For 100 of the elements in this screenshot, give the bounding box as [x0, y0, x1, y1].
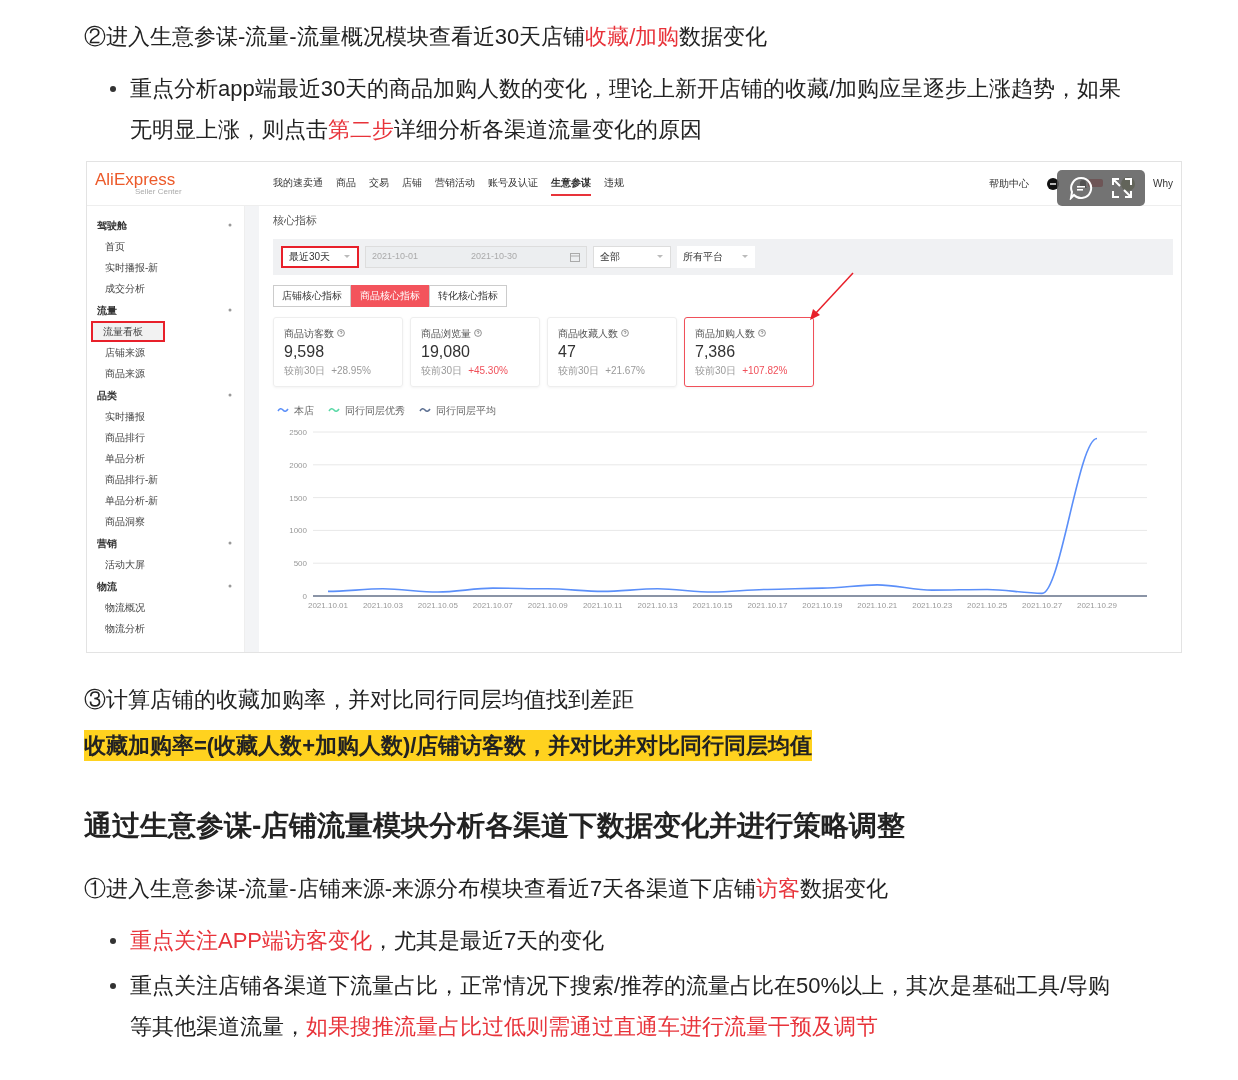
sidebar-group-title[interactable]: 流量 [97, 302, 117, 318]
legend-label: 同行同层平均 [436, 403, 496, 418]
axis-tick-label: 2021.10.25 [967, 600, 1008, 610]
axis-tick-label: 2021.10.07 [472, 600, 513, 610]
sidebar-item[interactable]: 首页 [87, 236, 244, 257]
metric-label: 商品加购人数 [695, 326, 755, 341]
axis-tick-label: 2021.10.15 [692, 600, 733, 610]
sidebar-item[interactable]: 商品洞察 [87, 511, 244, 532]
nav-tab[interactable]: 违规 [604, 171, 624, 196]
axis-tick-label: 1500 [289, 493, 307, 503]
metric-value: 7,386 [695, 341, 737, 362]
caret-icon [741, 254, 749, 259]
expand-icon [1111, 177, 1133, 199]
axis-tick-label: 2021.10.13 [637, 600, 678, 610]
help-icon [474, 329, 482, 337]
axis-tick-label: 500 [293, 558, 307, 568]
nav-tab[interactable]: 商品 [336, 171, 356, 196]
paragraph: ③计算店铺的收藏加购率，并对比同行同层均值找到差距 [84, 686, 635, 714]
help-icon [758, 329, 766, 337]
axis-tick-label: 2021.10.23 [912, 600, 953, 610]
calendar-icon [570, 251, 580, 262]
comparison-label: 较前30日 [558, 363, 600, 378]
sidebar-item[interactable]: 商品排行 [87, 427, 244, 448]
logo-subtitle: Seller Center [135, 188, 183, 196]
axis-tick-label: 2021.10.03 [362, 600, 403, 610]
axis-tick-label: 2021.10.09 [527, 600, 568, 610]
chat-bubble-icon [1069, 176, 1093, 200]
nav-tab[interactable]: 账号及认证 [488, 171, 538, 196]
help-link[interactable]: 帮助中心 [989, 176, 1029, 191]
sidebar-item[interactable]: 实时播报 [87, 406, 244, 427]
axis-tick-label: 2021.10.27 [1022, 600, 1063, 610]
sidebar-item[interactable]: 实时播报-新 [87, 257, 244, 278]
change-value: +28.95% [331, 363, 371, 378]
sidebar-item[interactable]: 单品分析 [87, 448, 244, 469]
metric-value: 19,080 [421, 341, 471, 362]
sidebar-group-title[interactable]: 驾驶舱 [97, 217, 127, 233]
bullet-icon [110, 86, 116, 92]
logo-text: AliExpress [95, 171, 177, 188]
period-select[interactable]: 最近30天 [281, 245, 359, 268]
paragraph: ①进入生意参谋-流量-店铺来源-来源分布模块查看近7天各渠道下店铺访客数据变化 [84, 875, 890, 903]
sidebar-item[interactable]: 单品分析-新 [87, 490, 244, 511]
caret-icon [656, 254, 664, 259]
paragraph: ②进入生意参谋-流量-流量概况模块查看近30天店铺收藏/加购数据变化 [84, 23, 769, 51]
bullet-text: 重点关注店铺各渠道下流量占比，正常情况下搜索/推荐的流量占比在50%以上，其次是基础工具/导购等其他渠道流量，如果搜推流量占比过低则需通过直通车进行流量干预及调节 [130, 972, 1112, 1041]
axis-tick-label: 2021.10.05 [417, 600, 458, 610]
metric-label: 商品浏览量 [421, 326, 471, 341]
axis-tick-label: 2021.10.29 [1077, 600, 1117, 610]
help-icon [337, 329, 345, 337]
change-value: +21.67% [605, 363, 645, 378]
axis-tick-label: 2500 [289, 427, 307, 437]
change-value: +45.30% [468, 363, 508, 378]
comparison-label: 较前30日 [284, 363, 326, 378]
axis-tick-label: 2021.10.21 [857, 600, 898, 610]
metric-tab[interactable]: 转化核心指标 [429, 284, 507, 307]
bullet-icon [110, 983, 116, 989]
sidebar-item[interactable]: 成交分析 [87, 278, 244, 299]
sidebar-item[interactable]: 商品排行-新 [87, 469, 244, 490]
nav-tab[interactable]: 生意参谋 [551, 171, 591, 196]
bullet-text: 重点关注APP端访客变化，尤其是最近7天的变化 [130, 927, 605, 955]
user-name: Why [1153, 177, 1173, 191]
axis-tick-label: 1000 [289, 525, 307, 535]
sidebar-item[interactable]: 商品来源 [87, 363, 244, 384]
annotation-arrow [807, 271, 855, 322]
sidebar-item[interactable]: 店铺来源 [87, 342, 244, 363]
axis-tick-label: 2021.10.01 [308, 600, 348, 610]
bullet-icon [110, 938, 116, 944]
metric-value: 9,598 [284, 341, 326, 362]
legend-label: 本店 [294, 403, 314, 418]
comparison-label: 较前30日 [421, 363, 463, 378]
sidebar-group-title[interactable]: 营销 [97, 535, 117, 551]
category-select[interactable]: 全部 [593, 245, 671, 268]
nav-tab[interactable]: 营销活动 [435, 171, 475, 196]
section-heading: 通过生意参谋-店铺流量模块分析各渠道下数据变化并进行策略调整 [84, 809, 907, 843]
nav-tab[interactable]: 交易 [369, 171, 389, 196]
axis-tick-label: 2021.10.19 [802, 600, 843, 610]
nav-tab[interactable]: 店铺 [402, 171, 422, 196]
comparison-label: 较前30日 [695, 363, 737, 378]
axis-tick-label: 0 [302, 591, 307, 601]
sidebar-item[interactable]: 物流概况 [87, 597, 244, 618]
change-value: +107.82% [742, 363, 788, 378]
highlighted-formula: 收藏加购率=(收藏人数+加购人数)/店铺访客数，并对比并对比同行同层均值 [84, 730, 813, 761]
axis-tick-label: 2000 [289, 460, 307, 470]
nav-tab[interactable]: 我的速卖通 [273, 171, 323, 196]
sidebar-item[interactable]: 流量看板 [91, 321, 165, 342]
sidebar-group-title[interactable]: 品类 [97, 387, 117, 403]
axis-tick-label: 2021.10.17 [747, 600, 788, 610]
legend-label: 同行同层优秀 [345, 403, 405, 418]
metric-tab[interactable]: 店铺核心指标 [273, 284, 351, 307]
metric-label: 商品访客数 [284, 326, 334, 341]
section-title: 核心指标 [273, 213, 318, 228]
help-icon [621, 329, 629, 337]
platform-select[interactable]: 所有平台 [677, 245, 755, 268]
sidebar-item[interactable]: 物流分析 [87, 618, 244, 639]
bullet-text: 重点分析app端最近30天的商品加购人数的变化，理论上新开店铺的收藏/加购应呈逐步上涨趋势，如果无明显上涨，则点击第二步详细分析各渠道流量变化的原因 [130, 75, 1123, 144]
axis-tick-label: 2021.10.11 [582, 600, 623, 610]
sidebar-item[interactable]: 活动大屏 [87, 554, 244, 575]
caret-icon [343, 254, 351, 259]
metric-value: 47 [558, 341, 577, 362]
metric-label: 商品收藏人数 [558, 326, 618, 341]
sidebar-group-title[interactable]: 物流 [97, 578, 117, 594]
